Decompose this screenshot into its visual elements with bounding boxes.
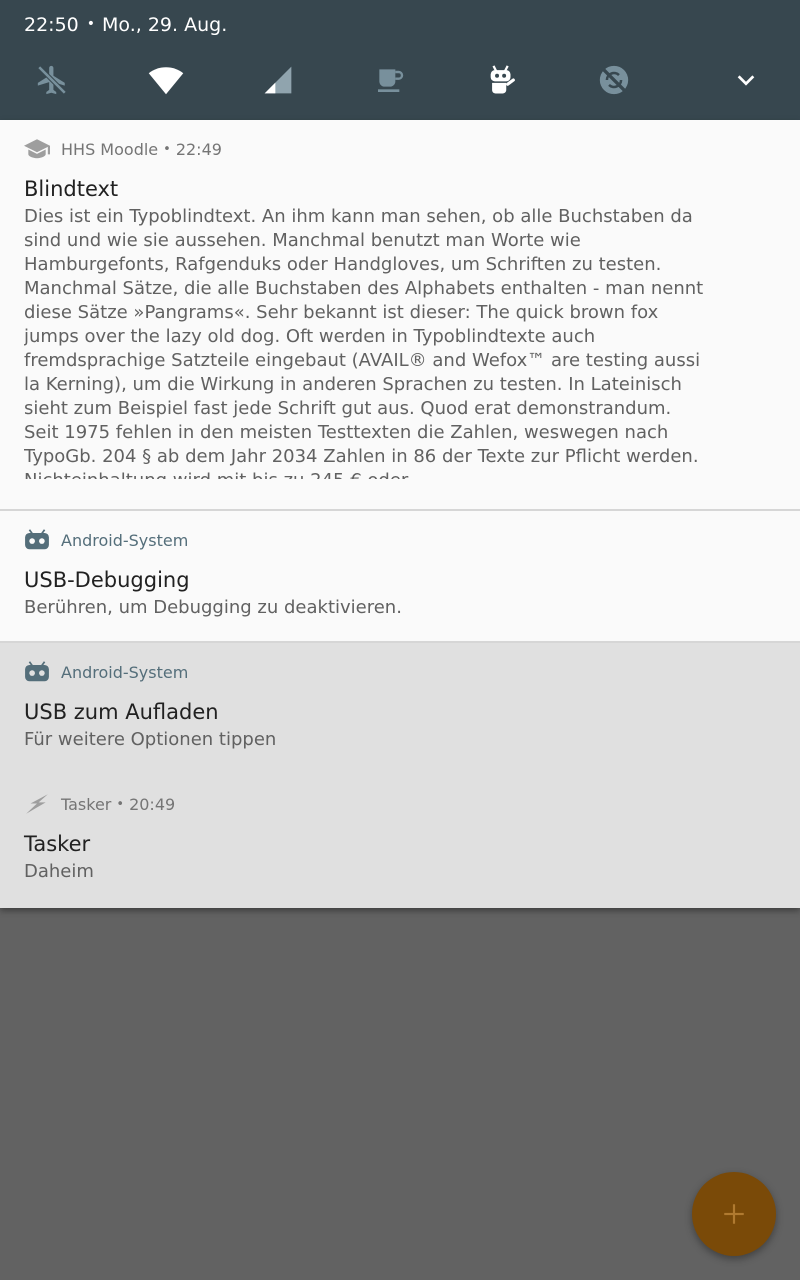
- app-name: Tasker: [61, 794, 112, 814]
- notification-time: 20:49: [129, 794, 176, 814]
- notification-usb-debugging[interactable]: Android-System USB-Debugging Berühren, u…: [0, 511, 800, 641]
- app-name: HHS Moodle: [61, 139, 159, 159]
- chevron-down-icon: [737, 75, 755, 86]
- wifi-toggle[interactable]: [142, 56, 190, 104]
- notification-tasker[interactable]: Tasker • 20:49 Tasker Daheim: [0, 775, 800, 908]
- lightning-bolt-icon: [24, 791, 50, 817]
- notification-title: Blindtext: [24, 177, 119, 201]
- wifi-icon: [148, 67, 184, 95]
- graduation-cap-icon: [24, 136, 50, 162]
- notification-title: USB zum Aufladen: [24, 700, 219, 724]
- separator-dot: •: [86, 16, 96, 32]
- cell-signal-icon: [264, 66, 292, 94]
- date[interactable]: Mo., 29. Aug.: [102, 14, 227, 36]
- sync-toggle[interactable]: [590, 56, 638, 104]
- add-fab-button[interactable]: [692, 1172, 776, 1256]
- android-robot-icon: [490, 65, 515, 94]
- airplane-mode-toggle[interactable]: [28, 56, 76, 104]
- notification-header: Tasker • 20:49: [24, 790, 776, 818]
- android-robot-toggle[interactable]: [478, 56, 526, 104]
- expand-quick-settings-button[interactable]: [722, 56, 770, 104]
- notification-usb-charging[interactable]: Android-System USB zum Aufladen Für weit…: [0, 643, 800, 775]
- quick-settings-header: 22:50 • Mo., 29. Aug.: [0, 0, 800, 120]
- android-system-icon: [24, 659, 50, 685]
- app-name: Android-System: [61, 662, 189, 682]
- notification-text: Für weitere Optionen tippen: [24, 729, 277, 750]
- separator-dot: •: [163, 141, 171, 157]
- quick-settings-row: [0, 56, 800, 104]
- separator-dot: •: [116, 796, 125, 812]
- caffeine-toggle[interactable]: [366, 56, 414, 104]
- clock[interactable]: 22:50: [24, 14, 79, 36]
- notification-title: Tasker: [24, 832, 91, 856]
- plus-icon: [724, 1204, 744, 1224]
- notification-title: USB-Debugging: [24, 568, 190, 592]
- notification-text: Berühren, um Debugging zu deaktivieren.: [24, 597, 402, 618]
- sync-off-icon: [599, 65, 629, 95]
- notification-moodle[interactable]: HHS Moodle • 22:49 Blindtext Dies ist ei…: [0, 120, 800, 509]
- cellular-toggle[interactable]: [254, 56, 302, 104]
- app-name: Android-System: [61, 530, 189, 550]
- notification-header: Android-System: [24, 526, 776, 554]
- status-line: 22:50 • Mo., 29. Aug.: [24, 14, 227, 36]
- notification-time: 22:49: [175, 139, 222, 159]
- notification-header: Android-System: [24, 658, 776, 686]
- notification-text: Dies ist ein Typoblindtext. An ihm kann …: [24, 206, 704, 479]
- caffeine-icon: [378, 69, 404, 92]
- android-system-icon: [24, 527, 50, 553]
- notification-list: HHS Moodle • 22:49 Blindtext Dies ist ei…: [0, 120, 800, 908]
- notification-text: Daheim: [24, 861, 94, 882]
- notification-header: HHS Moodle • 22:49: [24, 135, 776, 163]
- airplane-mode-off-icon: [37, 65, 67, 95]
